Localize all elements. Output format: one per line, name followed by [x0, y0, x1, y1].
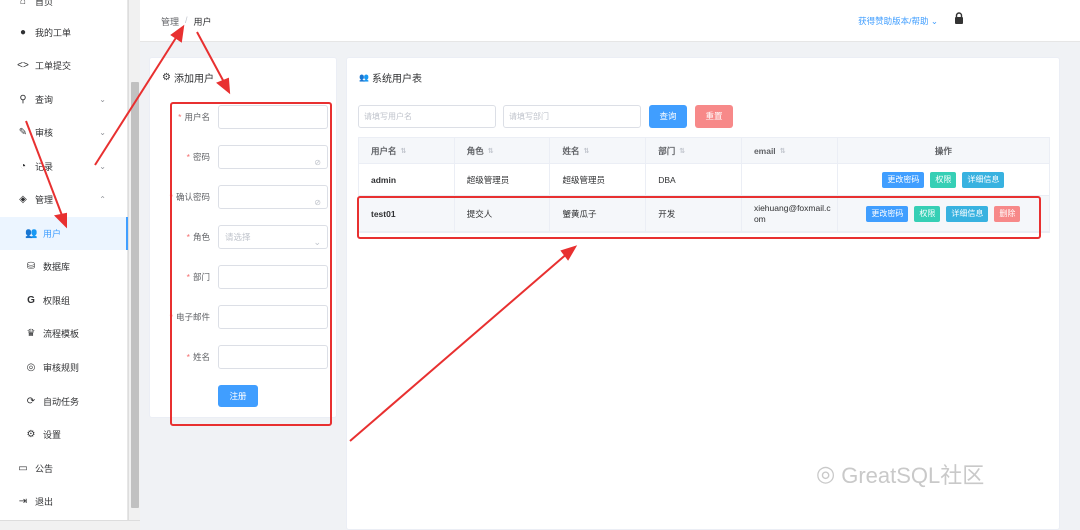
annotation-arrows: [25, 24, 578, 442]
arrow-head: [216, 77, 231, 95]
arrow-to-row: [349, 251, 570, 442]
watermark: ◎ GreatSQL社区: [816, 461, 985, 488]
arrow-head: [170, 24, 185, 43]
arrow-head: [53, 212, 67, 229]
arrow-to-form: [196, 31, 226, 85]
arrow-to-users: [25, 120, 64, 219]
arrow-to-breadcrumb: [94, 32, 180, 166]
wechat-icon: ◎: [816, 461, 836, 486]
